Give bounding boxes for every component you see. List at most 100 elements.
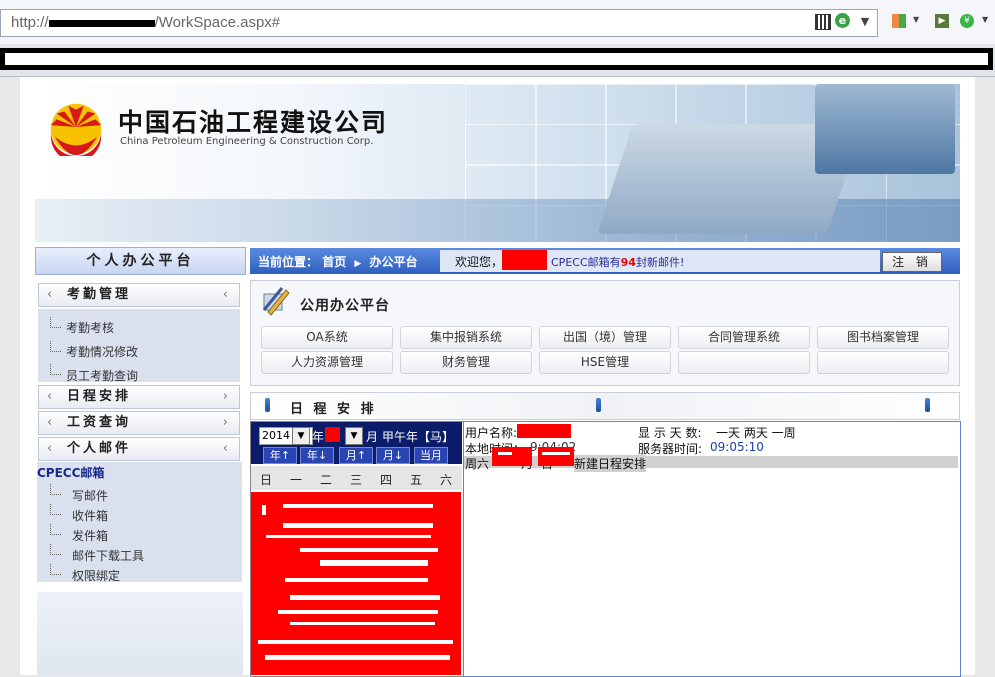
weekday-thu: 四 — [379, 473, 392, 487]
current-month-button[interactable]: 当月 — [414, 447, 448, 464]
breadcrumb-home[interactable]: 首页 — [322, 255, 346, 269]
submenu-item-attendance-edit[interactable]: 考勤情况修改 — [66, 343, 138, 360]
submenu-item-inbox[interactable]: 收件箱 — [72, 507, 108, 524]
submenu-item-compose[interactable]: 写邮件 — [72, 487, 108, 504]
sidebar-item-label: 工资查询 — [67, 415, 132, 430]
welcome-text: 欢迎您， — [455, 255, 504, 269]
chevron-left-icon: ‹ — [47, 389, 56, 404]
reimbursement-system-button[interactable]: 集中报销系统 — [400, 326, 532, 349]
month-down-button[interactable]: 月↓ — [376, 447, 410, 464]
oa-system-button[interactable]: OA系统 — [261, 326, 393, 349]
mail-notice-prefix: CPECC邮箱有 — [551, 256, 621, 269]
contract-management-button[interactable]: 合同管理系统 — [678, 326, 810, 349]
empty-button — [678, 351, 810, 374]
hse-management-button[interactable]: HSE管理 — [539, 351, 671, 374]
qr-code-icon[interactable] — [815, 14, 831, 30]
sidebar-item-mail[interactable]: ‹ 个人邮件 ‹ — [38, 437, 240, 461]
redaction-artifact — [262, 505, 266, 515]
address-bar[interactable]: http:///WorkSpace.aspx# — [0, 9, 878, 37]
overseas-management-button[interactable]: 出国（境）管理 — [539, 326, 671, 349]
tree-branch-icon — [50, 524, 61, 535]
weekday-sun: 日 — [259, 473, 272, 487]
redaction-artifact — [320, 560, 428, 566]
display-days-options[interactable]: 一天 两天 一周 — [716, 424, 796, 441]
year-down-button[interactable]: 年↓ — [300, 447, 334, 464]
sidebar-item-schedule[interactable]: ‹ 日程安排 › — [38, 385, 240, 409]
tree-branch-icon — [50, 317, 61, 328]
year-label: 年 — [312, 430, 325, 444]
chevron-left-icon: ‹ — [47, 415, 56, 430]
mail-section-title[interactable]: CPECC邮箱 — [37, 464, 104, 481]
redaction-artifact — [290, 622, 435, 625]
sidebar-item-label: 日程安排 — [67, 389, 132, 404]
dropdown-arrow-icon[interactable]: ▼ — [913, 15, 919, 24]
tree-branch-icon — [50, 484, 61, 495]
sidebar-item-label: 个人邮件 — [67, 441, 132, 456]
attendance-submenu: 考勤考核 考勤情况修改 员工考勤查询 — [38, 309, 240, 384]
media-play-icon[interactable]: ▶ — [935, 14, 949, 28]
mail-notice-suffix: 封新邮件! — [635, 256, 685, 269]
submenu-item-attendance-query[interactable]: 员工考勤查询 — [66, 367, 138, 384]
mail-items: 写邮件 收件箱 发件箱 邮件下载工具 权限绑定 — [38, 484, 240, 584]
schedule-title: 日 程 安 排 — [290, 402, 377, 417]
redaction-box — [251, 492, 461, 675]
redaction-box — [325, 427, 340, 442]
chevron-right-icon: › — [222, 389, 231, 404]
redaction-box — [517, 424, 571, 438]
year-up-button[interactable]: 年↑ — [263, 447, 297, 464]
redaction-artifact — [542, 452, 570, 455]
empty-button — [817, 351, 949, 374]
submenu-item-permission-bind[interactable]: 权限绑定 — [72, 567, 120, 584]
chevron-down-icon[interactable]: ▼ — [345, 427, 363, 445]
user-name-label: 用户名称: — [465, 426, 518, 440]
finance-management-button[interactable]: 财务管理 — [400, 351, 532, 374]
breadcrumb-current: 办公平台 — [369, 255, 418, 269]
favorites-icon[interactable] — [892, 14, 906, 28]
url-text: http:///WorkSpace.aspx# — [11, 14, 281, 31]
tree-branch-icon — [50, 341, 61, 352]
submenu-item-attendance-review[interactable]: 考勤考核 — [66, 319, 114, 336]
sidebar-title: 个人办公平台 — [35, 247, 246, 275]
dropdown-arrow-icon[interactable]: ▼ — [982, 15, 988, 24]
redaction-artifact — [300, 548, 438, 552]
compat-view-icon[interactable]: e — [835, 13, 850, 28]
server-time-value: 09:05:10 — [710, 440, 764, 454]
new-mail-notice[interactable]: CPECC邮箱有94封新邮件! — [551, 254, 684, 270]
sidebar-item-salary[interactable]: ‹ 工资查询 › — [38, 411, 240, 435]
redaction-artifact — [278, 610, 438, 614]
chevron-down-icon[interactable]: ▼ — [292, 427, 310, 445]
breadcrumb: 当前位置： 首页 ▶ 办公平台 — [258, 253, 418, 270]
redaction-artifact — [265, 655, 450, 660]
redaction-artifact — [266, 535, 431, 538]
tree-branch-icon — [50, 504, 61, 515]
redaction-artifact — [283, 504, 433, 508]
pen-tools-icon — [262, 287, 290, 316]
logout-button[interactable]: 注 销 — [882, 252, 942, 272]
company-name-en: China Petroleum Engineering & Constructi… — [120, 136, 374, 147]
redaction-artifact — [498, 452, 512, 455]
new-schedule-link[interactable]: 新建日程安排 — [574, 455, 647, 472]
weekday-tue: 二 — [319, 473, 332, 487]
month-label: 月 — [366, 430, 379, 444]
company-name-cn: 中国石油工程建设公司 — [118, 108, 389, 137]
redaction-artifact — [258, 640, 453, 644]
arrow-right-icon: ▶ — [354, 259, 362, 269]
chevron-right-icon: › — [222, 415, 231, 430]
sidebar-item-attendance[interactable]: ‹ 考勤管理 ‹ — [38, 283, 240, 307]
tree-branch-icon — [50, 564, 61, 575]
submenu-item-sent[interactable]: 发件箱 — [72, 527, 108, 544]
submenu-item-download-tool[interactable]: 邮件下载工具 — [72, 547, 144, 564]
redaction-box — [492, 447, 532, 466]
redaction-box — [502, 250, 547, 270]
chevron-right-icon: ‹ — [222, 441, 231, 456]
hr-management-button[interactable]: 人力资源管理 — [261, 351, 393, 374]
archive-management-button[interactable]: 图书档案管理 — [817, 326, 949, 349]
month-up-button[interactable]: 月↑ — [339, 447, 373, 464]
weekday-sat: 六 — [439, 473, 452, 487]
shield-icon[interactable]: ¥ — [960, 14, 974, 28]
display-days-label: 显 示 天 数: — [638, 426, 702, 440]
tree-branch-icon — [50, 544, 61, 555]
office-panel-title: 公用办公平台 — [300, 298, 390, 314]
dropdown-arrow-icon[interactable]: ▼ — [856, 12, 874, 32]
redaction-box — [538, 447, 574, 466]
